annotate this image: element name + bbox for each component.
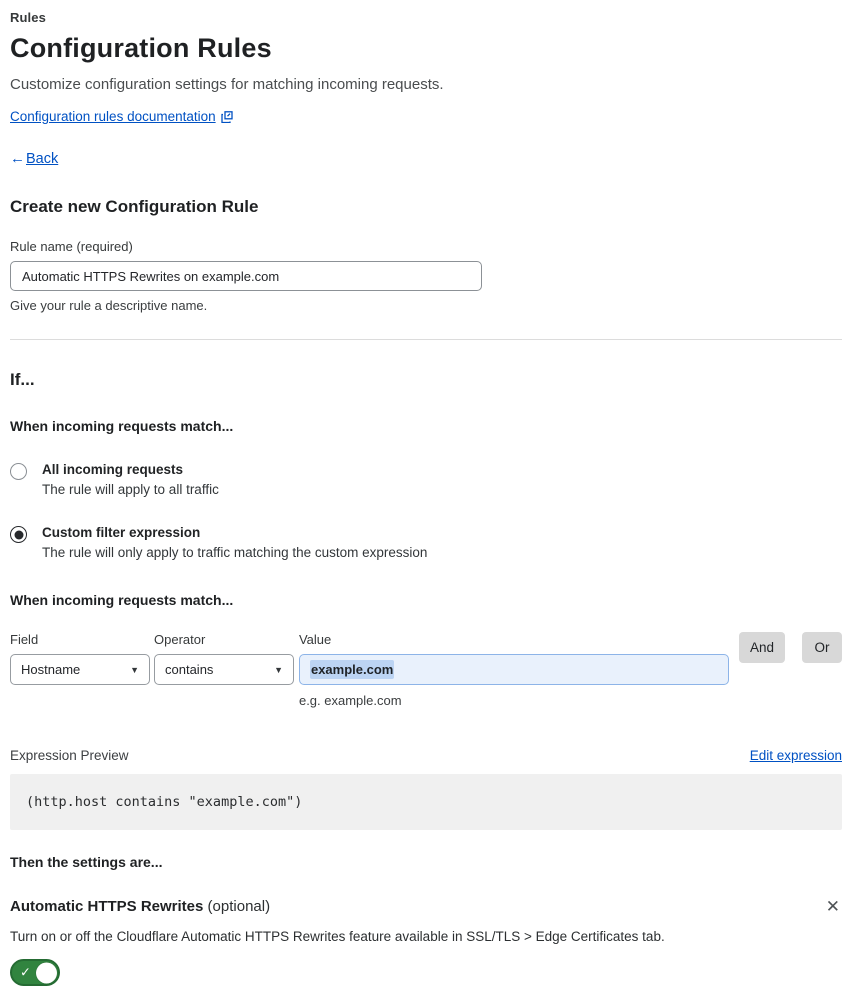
expression-preview-label: Expression Preview: [10, 748, 129, 763]
documentation-link[interactable]: Configuration rules documentation: [10, 109, 216, 124]
breadcrumb: Rules: [10, 10, 46, 25]
radio-option-custom-filter[interactable]: Custom filter expression The rule will o…: [10, 525, 842, 560]
configuration-rules-page: Rules Configuration Rules Customize conf…: [0, 0, 852, 986]
radio-texts: Custom filter expression The rule will o…: [42, 525, 427, 560]
setting-title: Automatic HTTPS Rewrites (optional): [10, 898, 270, 916]
radio-texts: All incoming requests The rule will appl…: [42, 462, 219, 497]
radio-label: Custom filter expression: [42, 525, 201, 540]
field-select[interactable]: Hostname ▼: [10, 654, 150, 685]
toggle-knob[interactable]: [36, 962, 57, 983]
field-label: Field: [10, 632, 39, 647]
and-button[interactable]: And: [738, 632, 785, 663]
conjunction-buttons: And Or: [738, 632, 842, 663]
expression-preview-header: Expression Preview Edit expression: [10, 748, 842, 763]
edit-expression-link[interactable]: Edit expression: [750, 748, 842, 763]
radio-label: All incoming requests: [42, 462, 184, 477]
match-heading: When incoming requests match...: [10, 418, 234, 434]
section-divider: [10, 339, 842, 340]
rule-name-input[interactable]: [10, 261, 482, 291]
back-link[interactable]: Back: [26, 151, 58, 167]
value-help-text: e.g. example.com: [298, 693, 402, 708]
radio-button-selected[interactable]: [10, 526, 27, 543]
value-input[interactable]: example.com: [298, 654, 729, 685]
value-input-text: example.com: [309, 660, 395, 679]
operator-select[interactable]: contains ▼: [154, 654, 294, 685]
operator-label: Operator: [154, 632, 206, 647]
value-column: Value example.com e.g. example.com: [298, 632, 729, 708]
operator-column: Operator contains ▼: [154, 632, 299, 685]
radio-button-unselected[interactable]: [10, 463, 27, 480]
back-row: ← Back: [10, 150, 842, 167]
builder-row: Field Hostname ▼ Operator contains ▼ Val…: [10, 632, 842, 708]
radio-description: The rule will apply to all traffic: [42, 482, 219, 497]
expression-preview-code: (http.host contains "example.com"): [10, 774, 842, 830]
back-arrow-icon: ←: [10, 150, 25, 167]
toggle-check-icon: ✓: [20, 964, 31, 980]
create-rule-heading: Create new Configuration Rule: [10, 197, 259, 216]
if-heading: If...: [10, 370, 35, 389]
radio-option-all-requests[interactable]: All incoming requests The rule will appl…: [10, 462, 842, 497]
setting-optional-tag: (optional): [203, 897, 271, 915]
or-button[interactable]: Or: [802, 632, 842, 663]
radio-description: The rule will only apply to traffic matc…: [42, 545, 428, 560]
setting-name: Automatic HTTPS Rewrites: [10, 897, 204, 915]
operator-select-value: contains: [165, 662, 214, 677]
chevron-down-icon: ▼: [274, 664, 283, 675]
then-settings-heading: Then the settings are...: [10, 854, 163, 870]
page-subtitle: Customize configuration settings for mat…: [10, 76, 444, 93]
external-link-icon: [220, 110, 233, 123]
expression-builder: When incoming requests match... Field Ho…: [10, 592, 842, 708]
close-icon[interactable]: ✕: [824, 896, 842, 917]
setting-header: Automatic HTTPS Rewrites (optional) ✕: [10, 896, 842, 917]
setting-description: Turn on or off the Cloudflare Automatic …: [10, 929, 665, 944]
chevron-down-icon: ▼: [130, 664, 139, 675]
value-label: Value: [298, 632, 332, 647]
page-title: Configuration Rules: [10, 33, 272, 63]
rule-name-label: Rule name (required): [10, 239, 133, 254]
field-select-value: Hostname: [21, 662, 81, 677]
documentation-link-row: Configuration rules documentation: [10, 109, 842, 124]
automatic-https-rewrites-toggle[interactable]: ✓: [10, 959, 60, 986]
builder-heading: When incoming requests match...: [10, 592, 234, 608]
field-column: Field Hostname ▼: [10, 632, 154, 685]
rule-name-help: Give your rule a descriptive name.: [10, 298, 208, 313]
